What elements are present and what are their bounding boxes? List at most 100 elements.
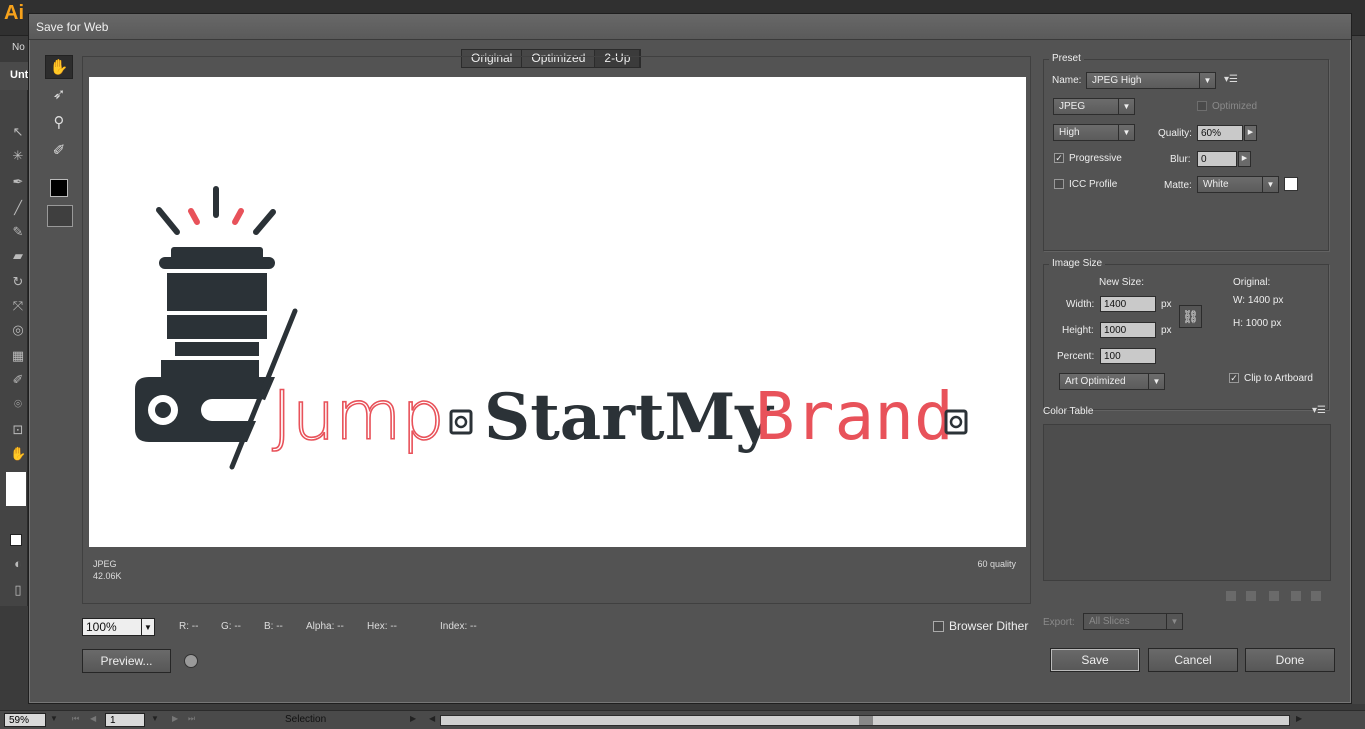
mesh-tool-icon[interactable]: ▦ (10, 348, 26, 364)
last-artboard-icon[interactable]: ⏭ (188, 714, 195, 724)
image-size-group-title: Image Size (1049, 258, 1106, 269)
original-width: W: 1400 px (1233, 295, 1284, 306)
matte-color-swatch[interactable] (1284, 177, 1298, 191)
resample-quality-select[interactable]: Art Optimized ▼ (1059, 373, 1165, 390)
optimized-checkbox[interactable] (1197, 101, 1207, 111)
magic-wand-icon[interactable]: ✳ (10, 148, 26, 164)
slice-select-tool-icon[interactable]: ➶ (45, 83, 73, 107)
toggle-slices-visibility-icon[interactable] (47, 205, 73, 227)
readout-alpha: Alpha: -- (306, 621, 344, 632)
readout-r: R: -- (179, 621, 199, 632)
save-button[interactable]: Save (1050, 648, 1140, 672)
matte-value: White (1203, 179, 1229, 190)
readout-g: G: -- (221, 621, 241, 632)
progressive-checkbox[interactable]: ✓ (1054, 153, 1064, 163)
logo-word-startmy: StartMy (484, 380, 774, 455)
width-tool-icon[interactable]: ⤧ (10, 298, 26, 314)
draw-mode-icon[interactable]: ◐ (10, 556, 26, 572)
cancel-button[interactable]: Cancel (1148, 648, 1238, 672)
export-label: Export: (1043, 617, 1075, 628)
matte-label: Matte: (1164, 180, 1192, 191)
browser-dither-checkbox[interactable] (933, 621, 944, 632)
lock-color-icon[interactable] (1269, 591, 1279, 601)
clip-to-artboard-label: Clip to Artboard (1244, 373, 1313, 384)
matte-select[interactable]: White ▼ (1197, 176, 1279, 193)
eyedropper-tool-icon[interactable]: ✐ (10, 372, 26, 388)
preview-format: JPEG (93, 559, 117, 569)
clip-to-artboard-checkbox[interactable]: ✓ (1229, 373, 1239, 383)
percent-label: Percent: (1057, 351, 1095, 362)
map-to-transparent-icon[interactable] (1226, 591, 1236, 601)
height-input[interactable]: 1000 (1100, 322, 1156, 338)
selection-tool-icon[interactable]: ↖ (10, 124, 26, 140)
blur-input[interactable]: 0 (1197, 151, 1237, 167)
chevron-down-icon[interactable]: ▼ (141, 618, 155, 636)
preset-name-select[interactable]: JPEG High ▼ (1086, 72, 1216, 89)
hand-tool-icon[interactable]: ✋ (10, 446, 26, 462)
first-artboard-icon[interactable]: ⏮ (72, 714, 79, 724)
chevron-down-icon[interactable]: ▼ (50, 714, 58, 723)
blur-slider-arrow-icon[interactable]: ▶ (1238, 151, 1251, 167)
preview-pane[interactable]: Jump StartMy Brand JPEG 42.06K 60 qualit… (82, 56, 1031, 604)
app-logo: Ai (4, 2, 24, 24)
globe-icon[interactable] (184, 654, 198, 668)
status-menu-arrow-icon[interactable]: ▶ (410, 714, 416, 723)
preview-canvas[interactable]: Jump StartMy Brand (89, 77, 1026, 547)
rotate-tool-icon[interactable]: ↻ (10, 274, 26, 290)
width-input[interactable]: 1400 (1100, 296, 1156, 312)
trash-icon[interactable] (1311, 591, 1321, 601)
brush-tool-icon[interactable]: ✎ (10, 224, 26, 240)
chevron-down-icon: ▼ (1118, 125, 1134, 140)
constrain-proportions-link-icon[interactable]: ⛓ (1179, 305, 1202, 328)
done-button[interactable]: Done (1245, 648, 1335, 672)
percent-input[interactable]: 100 (1100, 348, 1156, 364)
preview-button[interactable]: Preview... (82, 649, 171, 673)
zoom-level-field[interactable]: 100% (82, 618, 142, 636)
artboard-tool-icon[interactable]: ⊡ (10, 422, 26, 438)
scroll-left-icon[interactable]: ◀ (429, 714, 435, 723)
file-format-select[interactable]: JPEG ▼ (1053, 98, 1135, 115)
chevron-down-icon: ▼ (1118, 99, 1134, 114)
line-tool-icon[interactable]: ╱ (10, 200, 26, 216)
shape-builder-icon[interactable]: ◎ (10, 322, 26, 338)
optimize-menu-icon[interactable]: ▾☰ (1224, 74, 1238, 85)
export-select[interactable]: All Slices ▼ (1083, 613, 1183, 630)
horizontal-scrollbar[interactable] (440, 715, 1290, 726)
zoom-tool-icon[interactable]: ⚲ (45, 111, 73, 135)
logo-word-jump: Jump (272, 377, 445, 456)
status-bar: 59% ▼ ⏮ ◀ 1 ▼ ▶ ⏭ Selection ▶ ◀ ▶ (0, 710, 1365, 729)
readout-hex: Hex: -- (367, 621, 397, 632)
quality-input[interactable]: 60% (1197, 125, 1243, 141)
fill-swatch[interactable] (6, 472, 26, 506)
chevron-down-icon[interactable]: ▼ (151, 714, 159, 723)
readout-index: Index: -- (440, 621, 477, 632)
original-height: H: 1000 px (1233, 318, 1282, 329)
eraser-tool-icon[interactable]: ▰ (10, 248, 26, 264)
logo-word-brand: Brand (755, 378, 954, 455)
next-artboard-icon[interactable]: ▶ (172, 714, 178, 723)
color-table[interactable] (1043, 424, 1331, 581)
pen-tool-icon[interactable]: ✒ (10, 174, 26, 190)
scroll-right-icon[interactable]: ▶ (1296, 714, 1302, 723)
new-color-icon[interactable] (1291, 591, 1301, 601)
color-mode-swatch[interactable] (10, 534, 22, 546)
color-table-menu-icon[interactable]: ▾☰ (1312, 405, 1326, 416)
web-shift-icon[interactable] (1246, 591, 1256, 601)
flash-body-lower (167, 315, 267, 339)
status-zoom-field[interactable]: 59% (4, 713, 46, 727)
icc-profile-checkbox[interactable] (1054, 179, 1064, 189)
scrollbar-thumb[interactable] (859, 716, 873, 725)
quality-preset-select[interactable]: High ▼ (1053, 124, 1135, 141)
artboard-number-field[interactable]: 1 (105, 713, 145, 727)
document-tab[interactable]: Unt (0, 62, 30, 90)
quality-slider-arrow-icon[interactable]: ▶ (1244, 125, 1257, 141)
file-format-value: JPEG (1059, 101, 1086, 112)
control-label: No (12, 42, 25, 53)
eyedropper-tool-icon[interactable]: ✐ (45, 139, 73, 163)
screen-mode-icon[interactable]: ▯ (10, 582, 26, 598)
hand-tool-icon[interactable]: ✋ (45, 55, 73, 79)
dialog-titlebar[interactable]: Save for Web (29, 14, 1351, 40)
prev-artboard-icon[interactable]: ◀ (90, 714, 96, 723)
symbol-sprayer-icon[interactable]: ⌾ (10, 396, 26, 412)
eyedropper-color-swatch[interactable] (50, 179, 68, 197)
